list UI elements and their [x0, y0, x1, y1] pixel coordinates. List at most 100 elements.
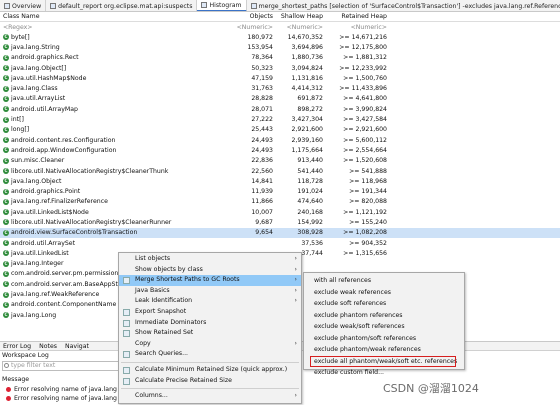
- table-row[interactable]: Candroid.content.res.Configuration 24,493…: [0, 135, 560, 145]
- submenu-item[interactable]: exclude phantom/soft references: [304, 333, 464, 345]
- menu-item[interactable]: Copy ›: [119, 339, 301, 350]
- table-row[interactable]: Cbyte[] 180,972 14,670,352 >= 14,671,216: [0, 32, 560, 42]
- table-row[interactable]: Cjava.util.ArrayList 28,828 691,872 >= 4,64…: [0, 94, 560, 104]
- menu-item[interactable]: Java Basics ›: [119, 286, 301, 297]
- menu-item[interactable]: Immediate Dominators: [119, 318, 301, 329]
- table-row[interactable]: Cint[] 27,222 3,427,304 >= 3,427,584: [0, 114, 560, 124]
- editor-tab-2[interactable]: Histogram: [197, 0, 247, 11]
- table-row[interactable]: Cjava.util.LinkedList$Node 10,007 240,168 >…: [0, 207, 560, 217]
- menu-item[interactable]: Leak Identification ›: [119, 296, 301, 307]
- shallow-heap-cell: 474,640: [297, 198, 323, 206]
- menu-item-label: Columns...: [135, 392, 168, 400]
- panel-tab-2[interactable]: Navigat: [65, 343, 89, 350]
- class-name: java.util.HashMap$Node: [11, 74, 87, 82]
- class-icon: C: [3, 85, 9, 92]
- table-row[interactable]: Candroid.util.ArrayMap 28,071 898,272 >= 3,…: [0, 104, 560, 114]
- retained-heap-cell: >= 3,990,824: [343, 105, 387, 113]
- table-row[interactable]: Cjava.lang.Class 31,763 4,414,312 >= 11,433…: [0, 83, 560, 93]
- column-shallow-heap[interactable]: Shallow Heap: [276, 13, 326, 20]
- objects-cell: 28,071: [251, 105, 273, 113]
- editor-tab-1[interactable]: default_report org.eclipse.mat.api:suspe…: [46, 0, 198, 11]
- tab-icon: [50, 3, 57, 9]
- log-entry[interactable]: Error resolving name of java.lang: [6, 394, 117, 403]
- numeric-filter-shallow[interactable]: <Numeric>: [276, 24, 326, 31]
- menu-separator: [121, 361, 299, 363]
- objects-cell: 180,972: [247, 33, 273, 41]
- error-icon: [6, 387, 11, 392]
- class-name: java.lang.Object: [11, 177, 62, 185]
- submenu-item[interactable]: with all references: [304, 275, 464, 287]
- editor-tab-0[interactable]: Overview: [0, 0, 47, 11]
- table-row[interactable]: Clong[] 25,443 2,921,600 >= 2,921,600: [0, 125, 560, 135]
- class-icon: C: [3, 126, 9, 133]
- class-icon: C: [3, 229, 9, 236]
- class-name-cell: Cjava.lang.String: [0, 44, 232, 51]
- class-name: java.util.LinkedList$Node: [11, 208, 89, 216]
- table-row[interactable]: Csun.misc.Cleaner 22,836 913,440 >= 1,520,6…: [0, 156, 560, 166]
- class-name: libcore.util.NativeAllocationRegistry$Cl…: [11, 167, 169, 175]
- panel-tab-0[interactable]: Error Log: [3, 343, 31, 350]
- submenu-item[interactable]: exclude all phantom/weak/soft etc. refer…: [310, 355, 457, 367]
- chevron-right-icon: ›: [294, 297, 297, 305]
- menu-item[interactable]: Show objects by class ›: [119, 265, 301, 276]
- menu-item[interactable]: Show Retained Set: [119, 328, 301, 339]
- retained-heap-cell: >= 1,500,760: [343, 74, 387, 82]
- menu-item[interactable]: Search Queries...: [119, 349, 301, 360]
- objects-cell: 22,836: [251, 157, 273, 165]
- table-row[interactable]: Candroid.graphics.Point 11,939 191,024 >= 1…: [0, 186, 560, 196]
- class-name: int[]: [11, 116, 24, 124]
- submenu-item[interactable]: exclude phantom/weak references: [304, 344, 464, 356]
- numeric-filter-objects[interactable]: <Numeric>: [232, 24, 276, 31]
- class-name-cell: Clibcore.util.NativeAllocationRegistry$C…: [0, 219, 232, 226]
- log-message: Error resolving name of java.lang: [14, 395, 117, 402]
- submenu-item[interactable]: exclude weak references: [304, 287, 464, 299]
- shallow-heap-cell: 1,880,736: [291, 54, 324, 62]
- table-row[interactable]: Clibcore.util.NativeAllocationRegistry$C…: [0, 217, 560, 227]
- class-name-cell: Cjava.util.ArrayList: [0, 95, 232, 102]
- submenu-item[interactable]: exclude phantom references: [304, 310, 464, 322]
- column-objects[interactable]: Objects: [232, 13, 276, 20]
- table-row[interactable]: Cjava.util.HashMap$Node 47,159 1,131,816 >=…: [0, 73, 560, 83]
- objects-cell: 153,954: [247, 43, 273, 51]
- table-row[interactable]: Cjava.lang.ref.FinalizerReference 11,866 4…: [0, 197, 560, 207]
- numeric-filter-retained[interactable]: <Numeric>: [326, 24, 390, 31]
- log-entry[interactable]: Error resolving name of java.lang: [6, 385, 117, 394]
- histogram-header: Class Name Objects Shallow Heap Retained…: [0, 12, 560, 22]
- table-row[interactable]: Cjava.lang.Object 14,841 118,728 >= 118,968: [0, 176, 560, 186]
- table-row[interactable]: Candroid.util.ArraySet 37,536 >= 904,352: [0, 238, 560, 248]
- submenu-item[interactable]: exclude custom field...: [304, 367, 464, 379]
- class-icon: C: [3, 116, 9, 123]
- chevron-right-icon: ›: [294, 265, 297, 273]
- menu-item[interactable]: List objects ›: [119, 254, 301, 265]
- class-name: libcore.util.NativeAllocationRegistry$Cl…: [11, 218, 172, 226]
- table-row[interactable]: Candroid.graphics.Rect 78,364 1,880,736 >= …: [0, 53, 560, 63]
- regex-filter-cell[interactable]: <Regex>: [0, 24, 232, 31]
- message-column-header[interactable]: Message: [2, 375, 29, 384]
- column-retained-heap[interactable]: Retained Heap: [326, 13, 390, 20]
- submenu-item[interactable]: exclude weak/soft references: [304, 321, 464, 333]
- class-icon: C: [3, 106, 9, 113]
- menu-item[interactable]: Calculate Minimum Retained Size (quick a…: [119, 365, 301, 376]
- column-class-name[interactable]: Class Name: [0, 13, 232, 20]
- table-row[interactable]: Clibcore.util.NativeAllocationRegistry$C…: [0, 166, 560, 176]
- editor-tab-3[interactable]: merge_shortest_paths [selection of 'Surf…: [247, 0, 560, 11]
- submenu-item[interactable]: exclude soft references: [304, 298, 464, 310]
- menu-item[interactable]: Columns... ›: [119, 391, 301, 402]
- shallow-heap-cell: 3,694,896: [291, 43, 324, 51]
- class-name-cell: Clibcore.util.NativeAllocationRegistry$C…: [0, 168, 232, 175]
- table-row[interactable]: Candroid.view.SurfaceControl$Transaction…: [0, 227, 560, 238]
- menu-item[interactable]: Export Snapshot: [119, 307, 301, 318]
- retained-heap-cell: >= 1,121,192: [343, 208, 387, 216]
- class-icon: C: [3, 281, 9, 288]
- panel-tab-1[interactable]: Notes: [39, 343, 57, 350]
- retained-heap-cell: >= 1,315,656: [343, 249, 387, 257]
- table-row[interactable]: Cjava.lang.Object[] 50,323 3,094,824 >= 12,…: [0, 63, 560, 73]
- table-row[interactable]: Cjava.lang.String 153,954 3,694,896 >= 12,1…: [0, 42, 560, 52]
- class-name-cell: Candroid.graphics.Rect: [0, 54, 232, 61]
- menu-item[interactable]: Merge Shortest Paths to GC Roots ›: [119, 275, 301, 286]
- chevron-right-icon: ›: [294, 276, 297, 284]
- menu-item[interactable]: Calculate Precise Retained Size: [119, 376, 301, 387]
- table-row[interactable]: Candroid.app.WindowConfiguration 24,493 1,…: [0, 145, 560, 155]
- class-name: java.lang.ref.WeakReference: [11, 291, 100, 299]
- chevron-right-icon: ›: [294, 255, 297, 262]
